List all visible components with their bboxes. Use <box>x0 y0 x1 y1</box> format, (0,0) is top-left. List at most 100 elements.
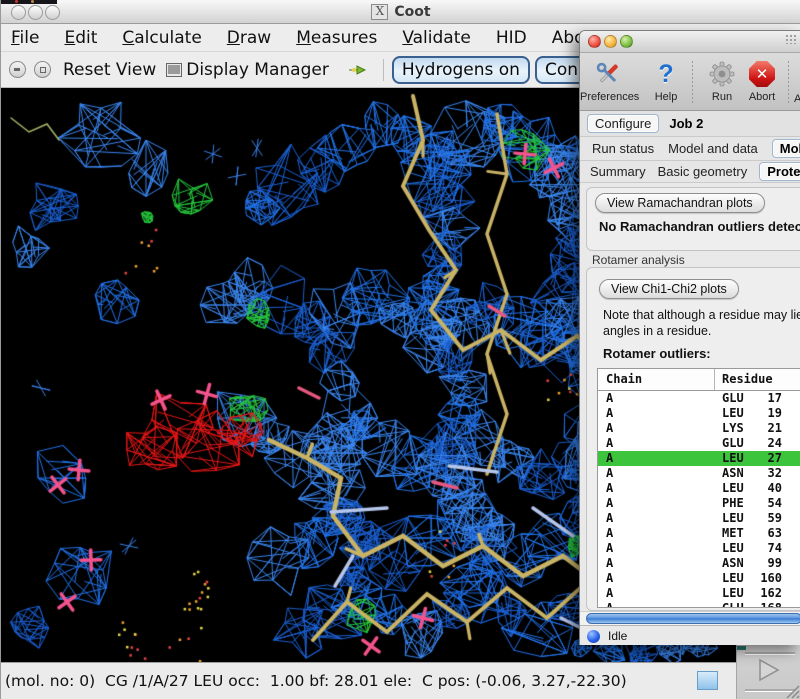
ramachandran-message: No Ramachandran outliers detecte <box>599 219 800 234</box>
table-cell: 63 <box>748 526 782 540</box>
tab-job-2[interactable]: Job 2 <box>669 116 703 131</box>
table-cell: ASN <box>722 466 744 480</box>
tabrow-job: Run status Model and data MolProbit <box>580 137 800 161</box>
clipped-toolbar-button[interactable]: A <box>794 93 800 105</box>
menu-edit[interactable]: Edit <box>64 28 97 48</box>
table-row-glu-17[interactable]: A GLU 17 <box>598 391 800 406</box>
view-ramachandran-plots-button[interactable]: View Ramachandran plots <box>595 193 765 213</box>
table-row-leu-74[interactable]: ALEU74 <box>598 541 800 556</box>
table-cell: A <box>606 526 613 540</box>
menu-measures[interactable]: Measures <box>296 28 377 48</box>
table-cell: A <box>606 511 613 525</box>
main-titlebar[interactable]: X Coot <box>1 0 800 24</box>
table-cell: 32 <box>748 466 782 480</box>
menu-draw[interactable]: Draw <box>227 28 271 48</box>
ramachandran-frame: View Ramachandran plots No Ramachandran … <box>586 187 800 251</box>
background-dot <box>31 0 34 3</box>
table-cell: GLU <box>722 391 744 405</box>
table-row-leu-162[interactable]: ALEU162 <box>598 586 800 601</box>
table-row-leu-19[interactable]: ALEU19 <box>598 406 800 421</box>
coot-main-window: X Coot File Edit Calculate Draw Measures Vali… <box>0 0 800 699</box>
menu-calculate[interactable]: Calculate <box>122 28 201 48</box>
tab-molprobit[interactable]: MolProbit <box>772 139 800 158</box>
table-cell: 17 <box>748 391 782 405</box>
table-cell: GLU <box>722 436 744 450</box>
table-cell: A <box>606 541 613 555</box>
play-triangle-icon[interactable] <box>757 658 781 684</box>
table-row-asn-99[interactable]: AASN99 <box>598 556 800 571</box>
view-chi1-chi2-plots-button[interactable]: View Chi1-Chi2 plots <box>599 279 739 299</box>
go-arrow-icon[interactable] <box>347 62 367 78</box>
preferences-button[interactable]: Preferences <box>580 57 636 103</box>
tab-protein[interactable]: Protein <box>759 162 800 181</box>
validation-panel-window: Preferences ? Help <box>579 30 800 645</box>
resize-grip[interactable] <box>785 684 800 699</box>
groove-line <box>745 652 795 655</box>
table-cell: LYS <box>722 421 744 435</box>
preferences-icon <box>580 57 636 91</box>
close-icon[interactable] <box>588 35 601 48</box>
table-cell: A <box>606 421 613 435</box>
table-cell: 168 <box>748 601 782 608</box>
tab-model-and-data[interactable]: Model and data <box>668 141 758 156</box>
background-dot <box>15 0 18 3</box>
tab-configure[interactable]: Configure <box>587 114 659 133</box>
table-header[interactable]: Chain Residue <box>598 369 800 391</box>
help-icon: ? <box>638 57 694 91</box>
window-title: Coot <box>394 4 430 20</box>
table-row-leu-160[interactable]: ALEU160 <box>598 571 800 586</box>
rotamer-frame-label: Rotamer analysis <box>592 253 685 267</box>
display-manager-icon[interactable] <box>166 63 182 77</box>
menu-validate[interactable]: Validate <box>402 28 471 48</box>
help-button[interactable]: ? Help <box>638 57 694 103</box>
table-cell: A <box>606 391 613 405</box>
panel-titlebar[interactable] <box>580 31 800 53</box>
table-row-leu-27[interactable]: ALEU27 <box>598 451 800 466</box>
table-cell: 24 <box>748 436 782 450</box>
column-header-residue[interactable]: Residue <box>722 372 773 386</box>
panel-toolbar: Preferences ? Help <box>580 53 800 111</box>
panel-status-text: Idle <box>608 629 627 643</box>
display-manager-button[interactable]: Display Manager <box>186 60 329 80</box>
table-row-phe-54[interactable]: APHE54 <box>598 496 800 511</box>
tab-run-status[interactable]: Run status <box>592 141 654 156</box>
table-cell: A <box>606 571 613 585</box>
table-cell: LEU <box>722 511 744 525</box>
rotamer-outliers-label: Rotamer outliers: <box>603 346 711 361</box>
toolbar-separator <box>788 61 789 103</box>
titlebar-grip <box>785 34 797 44</box>
table-row-glu-168[interactable]: AGLU168 <box>598 601 800 608</box>
toolbar-separator <box>692 61 693 103</box>
background-window-sliver <box>1 0 57 4</box>
table-row-glu-24[interactable]: AGLU24 <box>598 436 800 451</box>
redo-icon[interactable] <box>34 61 51 78</box>
table-cell: A <box>606 556 613 570</box>
zoom-icon[interactable] <box>620 35 633 48</box>
tab-basic-geometry[interactable]: Basic geometry <box>658 164 748 179</box>
column-header-chain[interactable]: Chain <box>606 372 642 386</box>
table-row-lys-21[interactable]: ALYS21 <box>598 421 800 436</box>
abort-button[interactable]: ✕ Abort <box>734 57 790 103</box>
table-cell: ASN <box>722 556 744 570</box>
menu-file[interactable]: File <box>11 28 39 48</box>
rotamer-note-line1: Note that although a residue may lie <box>603 308 800 322</box>
horizontal-scrollbar[interactable] <box>580 611 800 625</box>
scrollbar-thumb[interactable] <box>586 613 800 624</box>
rotamer-outliers-table[interactable]: Chain Residue AGLU17ALEU19ALYS21AGLU24AL… <box>597 368 800 608</box>
tab-summary[interactable]: Summary <box>590 164 646 179</box>
table-cell: LEU <box>722 451 744 465</box>
table-row-asn-32[interactable]: AASN32 <box>598 466 800 481</box>
table-cell: LEU <box>722 406 744 420</box>
hydrogens-toggle-button[interactable]: Hydrogens on <box>392 56 530 84</box>
reset-view-button[interactable]: Reset View <box>63 60 156 80</box>
table-row-leu-40[interactable]: ALEU40 <box>598 481 800 496</box>
status-progress-square <box>697 671 718 690</box>
table-cell: GLU <box>722 601 744 608</box>
table-cell: LEU <box>722 481 744 495</box>
table-row-met-63[interactable]: AMET63 <box>598 526 800 541</box>
table-row-leu-59[interactable]: ALEU59 <box>598 511 800 526</box>
minimize-icon[interactable] <box>604 35 617 48</box>
undo-icon[interactable] <box>9 61 26 78</box>
status-dot-icon <box>587 630 600 643</box>
menu-hid[interactable]: HID <box>496 28 527 48</box>
